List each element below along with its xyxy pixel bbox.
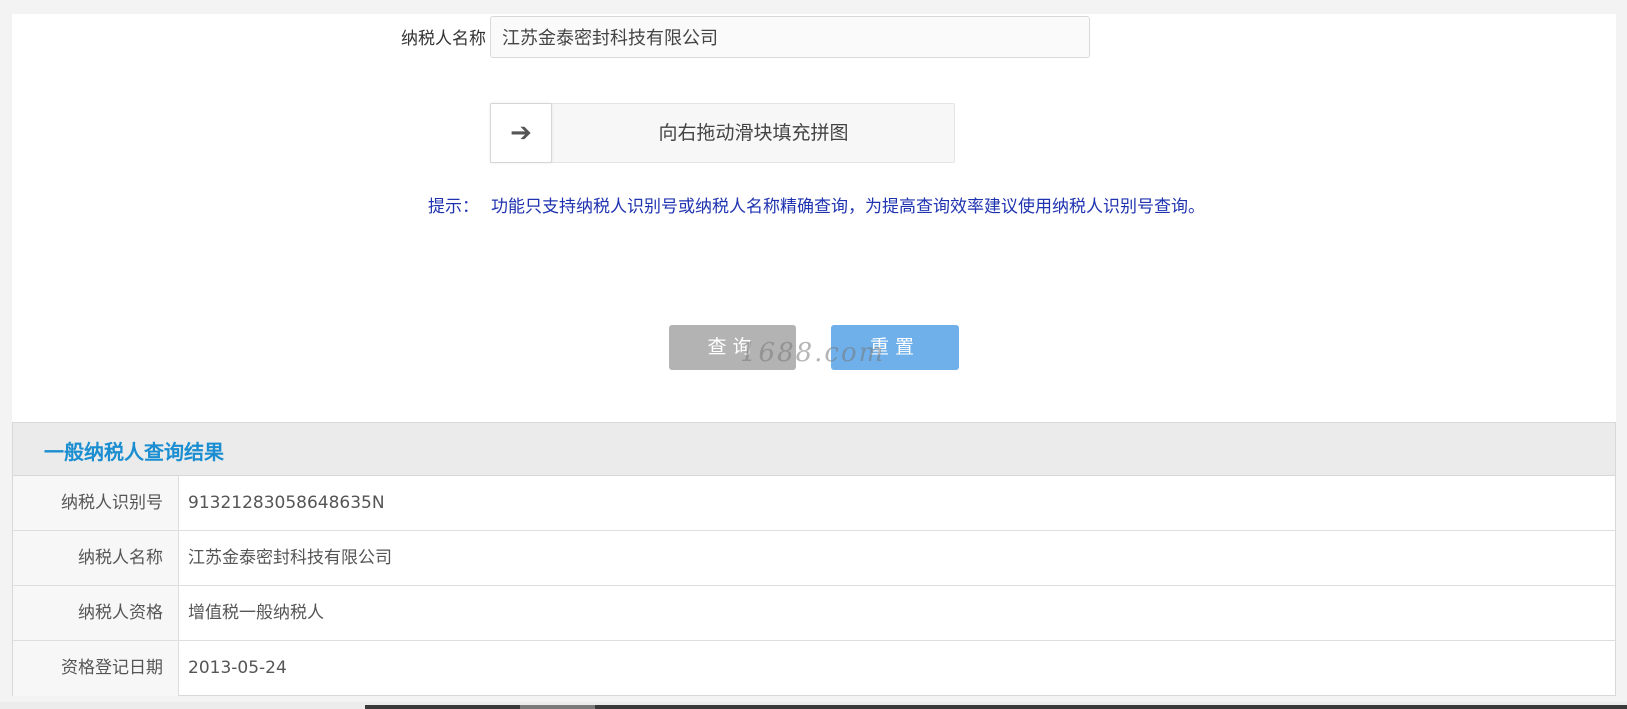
row-label: 纳税人识别号 <box>13 476 179 530</box>
hint-text: 功能只支持纳税人识别号或纳税人名称精确查询，为提高查询效率建议使用纳税人识别号查… <box>491 197 1205 217</box>
horizontal-scrollbar[interactable] <box>0 702 1627 709</box>
hint-label: 提示： <box>428 197 479 217</box>
slider-captcha[interactable]: ➔ 向右拖动滑块填充拼图 <box>490 103 955 163</box>
slider-instruction: 向右拖动滑块填充拼图 <box>658 122 849 144</box>
result-title: 一般纳税人查询结果 <box>44 440 224 464</box>
result-row: 纳税人识别号 91321283058648635N <box>13 476 1615 531</box>
row-label: 纳税人名称 <box>13 531 179 585</box>
hint-message: 提示： 功能只支持纳税人识别号或纳税人名称精确查询，为提高查询效率建议使用纳税人识… <box>428 192 1205 217</box>
scrollbar-thumb[interactable] <box>520 705 595 709</box>
slider-handle[interactable]: ➔ <box>490 103 552 163</box>
watermark: 1688.com <box>740 338 886 368</box>
arrow-right-icon: ➔ <box>510 118 532 148</box>
row-label: 纳税人资格 <box>13 586 179 640</box>
result-row: 纳税人名称 江苏金泰密封科技有限公司 <box>13 531 1615 586</box>
taxpayer-name-label: 纳税人名称 <box>401 29 486 49</box>
row-value: 增值税一般纳税人 <box>188 603 324 623</box>
row-value: 91321283058648635N <box>188 493 385 513</box>
result-panel: 一般纳税人查询结果 纳税人识别号 91321283058648635N 纳税人名… <box>12 422 1616 696</box>
row-value: 2013-05-24 <box>188 658 287 678</box>
result-row: 资格登记日期 2013-05-24 <box>13 641 1615 696</box>
taxpayer-name-input[interactable] <box>490 16 1090 58</box>
row-value: 江苏金泰密封科技有限公司 <box>188 548 392 568</box>
result-header: 一般纳税人查询结果 <box>13 423 1615 476</box>
row-label: 资格登记日期 <box>13 641 179 696</box>
result-row: 纳税人资格 增值税一般纳税人 <box>13 586 1615 641</box>
